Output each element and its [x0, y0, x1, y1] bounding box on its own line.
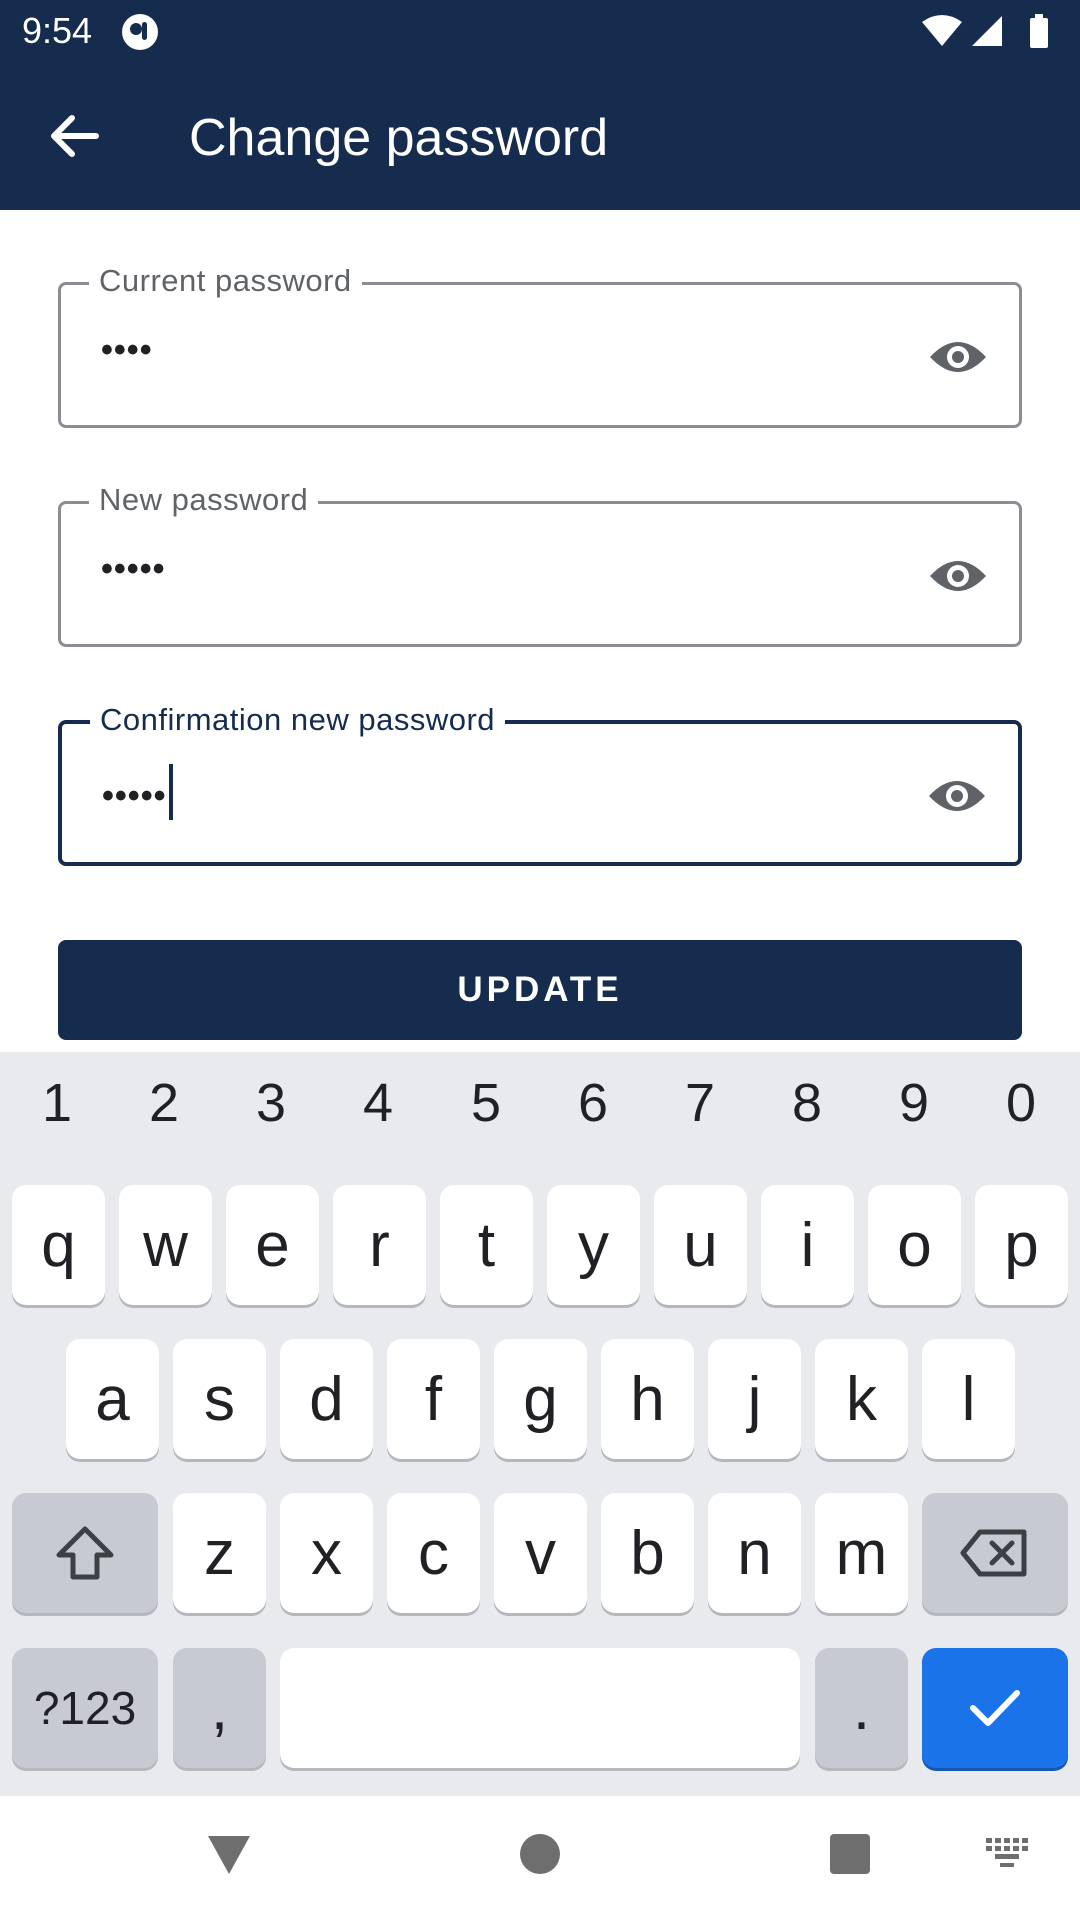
- key-x[interactable]: x: [280, 1493, 373, 1613]
- key-s[interactable]: s: [173, 1339, 266, 1459]
- key-6[interactable]: 6: [553, 1072, 633, 1134]
- battery-icon: [1030, 18, 1048, 48]
- key-q[interactable]: q: [12, 1185, 105, 1305]
- key-4[interactable]: 4: [338, 1072, 418, 1134]
- shift-icon: [56, 1526, 114, 1580]
- key-9[interactable]: 9: [874, 1072, 954, 1134]
- key-5[interactable]: 5: [446, 1072, 526, 1134]
- key-1[interactable]: 1: [17, 1072, 97, 1134]
- key-i[interactable]: i: [761, 1185, 854, 1305]
- key-7[interactable]: 7: [660, 1072, 740, 1134]
- key-n[interactable]: n: [708, 1493, 801, 1613]
- key-g[interactable]: g: [494, 1339, 587, 1459]
- key-j[interactable]: j: [708, 1339, 801, 1459]
- key-v[interactable]: v: [494, 1493, 587, 1613]
- current-password-value: ••••: [101, 331, 153, 369]
- number-row: 1 2 3 4 5 6 7 8 9 0: [0, 1072, 1080, 1162]
- signal-icon: [972, 16, 1002, 46]
- app-header: 9:54 Change password: [0, 0, 1080, 210]
- new-password-value: •••••: [101, 550, 166, 588]
- backspace-icon: [960, 1529, 1027, 1577]
- symbols-key[interactable]: ?123: [12, 1648, 158, 1768]
- key-2[interactable]: 2: [124, 1072, 204, 1134]
- key-d[interactable]: d: [280, 1339, 373, 1459]
- key-0[interactable]: 0: [981, 1072, 1061, 1134]
- period-key[interactable]: .: [815, 1648, 908, 1768]
- key-e[interactable]: e: [226, 1185, 319, 1305]
- key-l[interactable]: l: [922, 1339, 1015, 1459]
- key-k[interactable]: k: [815, 1339, 908, 1459]
- key-a[interactable]: a: [66, 1339, 159, 1459]
- nav-home-icon[interactable]: [520, 1834, 560, 1874]
- confirm-password-label: Confirmation new password: [90, 702, 506, 738]
- screen: 9:54 Change password Current password ••…: [0, 0, 1080, 1920]
- backspace-key[interactable]: [922, 1493, 1068, 1613]
- key-f[interactable]: f: [387, 1339, 480, 1459]
- enter-key[interactable]: [922, 1648, 1068, 1768]
- key-c[interactable]: c: [387, 1493, 480, 1613]
- key-r[interactable]: r: [333, 1185, 426, 1305]
- wifi-icon: [922, 15, 962, 46]
- current-password-field[interactable]: Current password ••••: [58, 263, 1022, 428]
- nav-back-icon[interactable]: [206, 1834, 252, 1876]
- key-w[interactable]: w: [119, 1185, 212, 1305]
- key-m[interactable]: m: [815, 1493, 908, 1613]
- key-3[interactable]: 3: [231, 1072, 311, 1134]
- new-password-label: New password: [89, 482, 319, 518]
- shift-key[interactable]: [12, 1493, 158, 1613]
- status-indicators: [922, 14, 1048, 48]
- update-button[interactable]: UPDATE: [58, 940, 1022, 1040]
- key-h[interactable]: h: [601, 1339, 694, 1459]
- text-cursor: [168, 764, 173, 820]
- status-bar: 9:54: [0, 0, 1080, 63]
- soft-keyboard: 1 2 3 4 5 6 7 8 9 0 q w e r t y u i o p …: [0, 1052, 1080, 1796]
- app-notification-icon: [122, 14, 158, 50]
- status-time: 9:54: [22, 10, 93, 51]
- key-p[interactable]: p: [975, 1185, 1068, 1305]
- new-password-field[interactable]: New password •••••: [58, 482, 1022, 647]
- confirm-password-value: •••••: [102, 776, 167, 815]
- key-t[interactable]: t: [440, 1185, 533, 1305]
- eye-icon[interactable]: [927, 331, 989, 383]
- back-arrow-icon[interactable]: [44, 108, 104, 164]
- key-8[interactable]: 8: [767, 1072, 847, 1134]
- page-title: Change password: [189, 109, 609, 167]
- system-nav-bar: [0, 1796, 1080, 1920]
- key-y[interactable]: y: [547, 1185, 640, 1305]
- confirm-password-value-wrap: •••••: [102, 764, 173, 826]
- space-key[interactable]: [280, 1648, 800, 1768]
- keyboard-switch-icon[interactable]: [986, 1838, 1030, 1868]
- check-icon: [970, 1690, 1020, 1726]
- key-z[interactable]: z: [173, 1493, 266, 1613]
- key-o[interactable]: o: [868, 1185, 961, 1305]
- confirm-password-field[interactable]: Confirmation new password •••••: [58, 702, 1022, 866]
- key-b[interactable]: b: [601, 1493, 694, 1613]
- eye-icon[interactable]: [926, 770, 988, 822]
- eye-icon[interactable]: [927, 550, 989, 602]
- comma-key[interactable]: ,: [173, 1648, 266, 1768]
- current-password-label: Current password: [89, 263, 362, 299]
- key-u[interactable]: u: [654, 1185, 747, 1305]
- nav-recents-icon[interactable]: [830, 1834, 870, 1874]
